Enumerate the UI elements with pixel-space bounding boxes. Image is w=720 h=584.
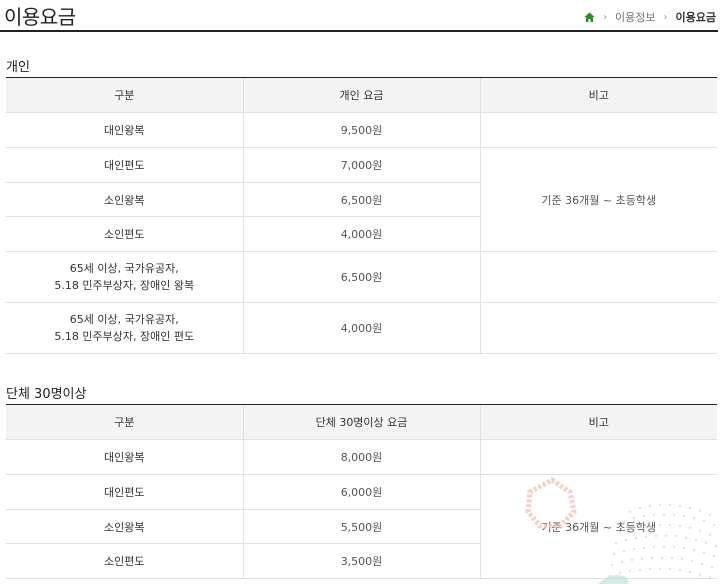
group-fee-table: 구분 단체 30명이상 요금 비고 대인왕복 8,000원 대인편도 6,000… (6, 404, 717, 579)
breadcrumb-item-current: 이용요금 (675, 11, 716, 24)
row-label: 소인편도 (6, 216, 243, 252)
table-row: 대인왕복 9,500원 (6, 112, 717, 148)
row-label: 65세 이상, 국가유공자, 5.18 민주부상자, 장애인 편도 (6, 302, 243, 354)
row-note (479, 302, 717, 354)
chevron-right-icon: › (663, 11, 668, 23)
row-note (479, 439, 717, 475)
table-header-row: 구분 단체 30명이상 요금 비고 (6, 404, 717, 440)
row-fee: 4,000원 (242, 216, 480, 252)
individual-fee-table: 구분 개인 요금 비고 대인왕복 9,500원 대인편도 7,000원 기준 3… (6, 77, 717, 354)
row-label: 65세 이상, 국가유공자, 5.18 민주부상자, 장애인 왕복 (6, 251, 243, 303)
table-row: 대인왕복 8,000원 (6, 439, 717, 475)
row-fee: 9,500원 (242, 112, 480, 148)
row-note: 기준 36개월 ~ 초등학생 (479, 474, 717, 579)
row-fee: 5,500원 (242, 509, 480, 544)
row-fee: 3,500원 (242, 543, 480, 579)
row-fee: 6,500원 (242, 251, 480, 303)
column-header-note: 비고 (479, 77, 717, 113)
row-fee: 4,000원 (242, 302, 480, 354)
row-fee: 6,000원 (242, 474, 480, 510)
row-label-line: 5.18 민주부상자, 장애인 편도 (54, 330, 195, 343)
table-header-row: 구분 개인 요금 비고 (6, 77, 717, 113)
table-row: 대인편도 6,000원 기준 36개월 ~ 초등학생 (6, 474, 717, 579)
column-header-category: 구분 (6, 404, 243, 440)
row-label: 소인왕복 (6, 509, 243, 544)
breadcrumb-item-info[interactable]: 이용정보 (615, 9, 655, 25)
home-icon[interactable] (584, 12, 595, 23)
row-label-line: 65세 이상, 국가유공자, (69, 313, 179, 326)
chevron-right-icon: › (603, 11, 608, 23)
table-row: 65세 이상, 국가유공자, 5.18 민주부상자, 장애인 왕복 6,500원 (6, 251, 717, 303)
row-fee: 8,000원 (242, 439, 480, 475)
row-label: 대인왕복 (6, 112, 243, 148)
section-title-group: 단체 30명이상 (6, 387, 87, 402)
section-title-individual: 개인 (6, 60, 30, 75)
row-label: 대인왕복 (6, 439, 243, 475)
row-fee: 6,500원 (242, 182, 480, 217)
column-header-fee: 단체 30명이상 요금 (242, 404, 480, 440)
row-label-line: 5.18 민주부상자, 장애인 왕복 (54, 279, 195, 292)
column-header-note: 비고 (479, 404, 717, 440)
table-row: 65세 이상, 국가유공자, 5.18 민주부상자, 장애인 편도 4,000원 (6, 302, 717, 354)
row-label: 대인편도 (6, 147, 243, 183)
page-title: 이용요금 (4, 5, 76, 29)
row-label: 소인편도 (6, 543, 243, 579)
row-note (479, 251, 717, 303)
row-label-line: 65세 이상, 국가유공자, (69, 262, 179, 275)
page-header: 이용요금 › 이용정보 › 이용요금 (0, 0, 718, 32)
row-label: 소인왕복 (6, 182, 243, 217)
row-note: 기준 36개월 ~ 초등학생 (479, 147, 717, 252)
row-note (479, 112, 717, 148)
column-header-category: 구분 (6, 77, 243, 113)
table-row: 대인편도 7,000원 기준 36개월 ~ 초등학생 (6, 147, 717, 252)
column-header-fee: 개인 요금 (242, 77, 480, 113)
row-fee: 7,000원 (242, 147, 480, 183)
breadcrumb: › 이용정보 › 이용요금 (584, 9, 716, 25)
row-label: 대인편도 (6, 474, 243, 510)
